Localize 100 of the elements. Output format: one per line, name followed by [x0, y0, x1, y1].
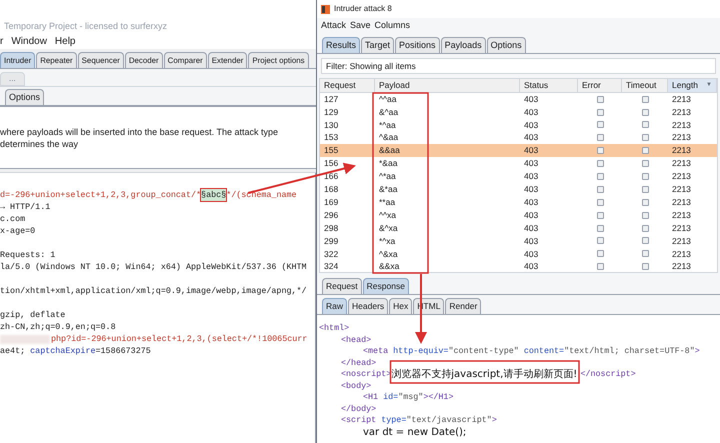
code-text: c.com: [0, 213, 26, 225]
table-cell-text: 403: [523, 183, 540, 196]
code-text: </head>: [341, 358, 376, 369]
table-row[interactable]: 156 *&aa 403 2213: [320, 157, 717, 170]
tab[interactable]: Raw: [322, 298, 348, 314]
checkbox[interactable]: [642, 198, 648, 206]
column-header[interactable]: Request: [320, 79, 375, 92]
column-header[interactable]: Payload: [375, 79, 520, 92]
table-cell-text: 403: [523, 234, 540, 248]
checkbox[interactable]: [596, 186, 604, 193]
table-cell-text: 2213: [671, 106, 692, 118]
checkbox[interactable]: [596, 173, 604, 180]
table-row[interactable]: 130 *^aa 403 2213: [320, 118, 717, 132]
checkbox[interactable]: [642, 212, 648, 219]
checkbox[interactable]: [642, 108, 648, 116]
table-row[interactable]: 324 &&xa 403 2213: [320, 260, 717, 274]
checkbox[interactable]: [596, 147, 604, 154]
table-row[interactable]: 298 &^xa 403 2213: [320, 222, 717, 235]
tab[interactable]: Target: [361, 37, 394, 53]
table-cell-text: &^aa: [378, 106, 400, 118]
checkbox[interactable]: [596, 212, 604, 219]
table-cell-text: 169: [323, 196, 340, 209]
table-row[interactable]: 127 ^^aa 403 2213: [320, 92, 717, 106]
table-row[interactable]: 166 ^*aa 403 2213: [320, 170, 717, 183]
code-text: "text/javascript": [406, 415, 492, 426]
checkbox[interactable]: [642, 250, 648, 258]
code-text: d=-296+union+select+1,2,3,group_concat/*: [0, 189, 202, 201]
checkbox[interactable]: [596, 121, 604, 128]
code-text: captchaExpire: [30, 345, 96, 357]
tab[interactable]: Request: [322, 278, 362, 294]
table-cell-text: ^&aa: [378, 131, 400, 144]
checkbox[interactable]: [642, 224, 648, 232]
tab[interactable]: Options: [486, 37, 526, 53]
tab[interactable]: Options: [5, 89, 44, 105]
checkbox[interactable]: [596, 96, 604, 103]
tab[interactable]: ...: [0, 72, 25, 86]
table-cell-text: 2213: [671, 183, 692, 196]
table-row[interactable]: 296 ^^xa 403 2213: [320, 208, 717, 222]
menu-item[interactable]: r: [0, 34, 4, 48]
code-text: */(schema_name: [226, 189, 297, 201]
checkbox[interactable]: [596, 108, 604, 116]
table-cell-text: 2213: [671, 248, 692, 260]
checkbox[interactable]: [642, 147, 648, 154]
code-text: content=: [524, 346, 564, 358]
code-text: =1586673275: [96, 345, 151, 357]
table-row[interactable]: 129 &^aa 403 2213: [320, 106, 717, 119]
table-cell-text: 296: [323, 208, 340, 222]
code-text: tion/xhtml+xml,application/xml;q=0.9,image/webp,image/apng,*/: [0, 285, 307, 297]
checkbox[interactable]: [642, 263, 648, 270]
table-cell-text: 2213: [671, 234, 692, 248]
checkbox[interactable]: [596, 263, 604, 270]
tab[interactable]: Hex: [389, 298, 412, 314]
table-cell-text: 403: [523, 260, 540, 274]
checkbox[interactable]: [596, 198, 604, 206]
code-text: >: [694, 346, 700, 358]
code-text: type=: [381, 415, 406, 426]
code-text: php?id=-296+union+select+1,2,3,(select+/*!10065curr: [51, 333, 308, 345]
code-text: <head>: [341, 334, 372, 346]
code-text: </noscript>: [580, 369, 636, 380]
table-row[interactable]: 155 &&aa 403 2213: [320, 144, 717, 158]
tab[interactable]: Results: [322, 37, 360, 53]
menu-item[interactable]: Columns: [374, 19, 410, 33]
table-row[interactable]: 153 ^&aa 403 2213: [320, 131, 717, 144]
code-text: ae4t;: [0, 345, 26, 357]
checkbox[interactable]: [642, 173, 648, 180]
app-icon: [321, 4, 330, 14]
checkbox[interactable]: [642, 121, 648, 128]
table-cell-text: 130: [323, 118, 340, 132]
menu-item[interactable]: Save: [350, 19, 371, 33]
checkbox[interactable]: [596, 250, 604, 258]
table-row[interactable]: 168 &*aa 403 2213: [320, 182, 717, 196]
checkbox[interactable]: [642, 237, 648, 244]
checkbox[interactable]: [596, 237, 604, 244]
checkbox[interactable]: [596, 160, 604, 168]
checkbox[interactable]: [642, 160, 648, 168]
tab[interactable]: Positions: [395, 37, 440, 53]
menu-item[interactable]: Attack: [321, 19, 346, 33]
tab[interactable]: Payloads: [440, 37, 486, 53]
checkbox[interactable]: [642, 134, 648, 142]
checkbox[interactable]: [642, 186, 648, 193]
menu-item[interactable]: Help: [54, 34, 76, 48]
table-row[interactable]: 169 **aa 403 2213: [320, 196, 717, 209]
filter-bar[interactable]: Filter: Showing all items: [321, 58, 716, 74]
description-text: where payloads will be inserted into the base request. The attack type determines the way: [0, 126, 279, 150]
checkbox[interactable]: [596, 224, 604, 232]
checkbox[interactable]: [596, 134, 604, 142]
tab[interactable]: Render: [445, 298, 482, 314]
menu-item[interactable]: Window: [11, 34, 47, 48]
column-header[interactable]: Status: [520, 79, 578, 92]
blurred-region: [0, 334, 50, 344]
column-header[interactable]: Error: [578, 79, 622, 92]
tab[interactable]: Response: [362, 278, 409, 294]
table-cell-text: 156: [323, 157, 340, 170]
table-cell-text: &*aa: [378, 183, 398, 196]
tab[interactable]: Headers: [348, 298, 388, 314]
code-text: x-age=0: [0, 225, 36, 237]
table-row[interactable]: 299 *^xa 403 2213: [320, 234, 717, 248]
table-row[interactable]: 322 ^&xa 403 2213: [320, 247, 717, 260]
table-cell-text: 299: [323, 234, 340, 248]
checkbox[interactable]: [642, 96, 648, 103]
